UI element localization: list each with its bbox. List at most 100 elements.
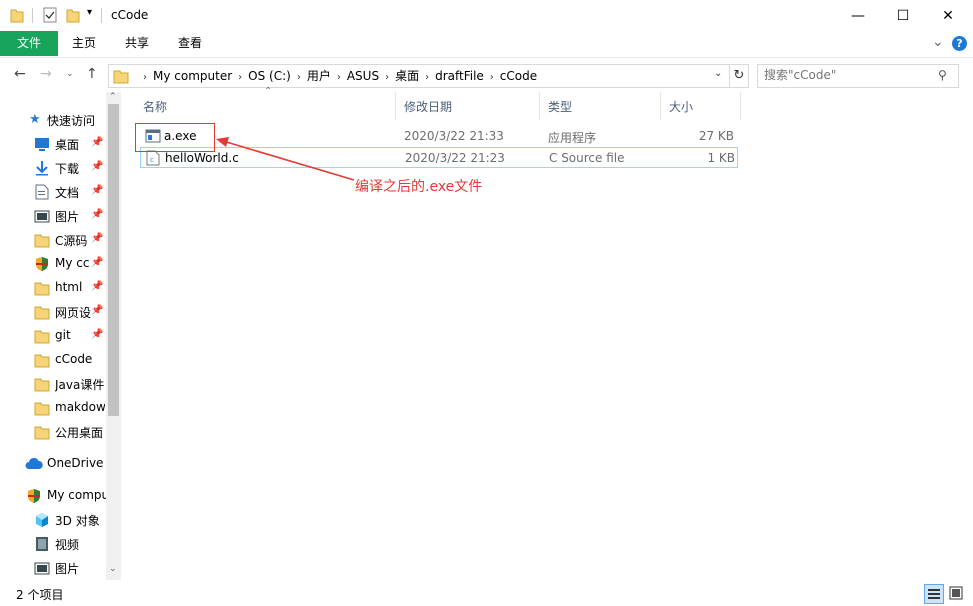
sidebar-item-label: 桌面: [55, 138, 80, 152]
breadcrumb-item[interactable]: OS (C:): [248, 65, 291, 87]
properties-icon[interactable]: [43, 7, 57, 23]
annotation-text: 编译之后的.exe文件: [355, 179, 483, 195]
pin-icon[interactable]: 📌: [91, 257, 103, 268]
search-box[interactable]: ⚲: [757, 64, 959, 88]
back-icon[interactable]: ←: [14, 66, 26, 82]
file-list: ⌃ 名称 修改日期 类型 大小 a.exe 2020/3/22 21:33 应用…: [128, 86, 973, 580]
folder-icon: [34, 280, 50, 296]
pin-icon[interactable]: 📌: [91, 137, 103, 148]
sidebar-item[interactable]: 图片 📌: [0, 204, 106, 228]
details-view-button[interactable]: [924, 584, 944, 604]
file-size: 27 KB: [698, 129, 734, 143]
sidebar-item[interactable]: My cc 📌: [0, 252, 106, 276]
search-input[interactable]: [764, 67, 929, 83]
sidebar-scrollbar[interactable]: ⌃ ⌄: [106, 92, 121, 580]
sidebar-item-label: Java课件: [55, 378, 105, 392]
divider[interactable]: [740, 92, 741, 120]
sidebar-item[interactable]: 网页设 📌: [0, 300, 106, 324]
breadcrumb-item[interactable]: draftFile: [435, 65, 484, 87]
sidebar-item[interactable]: 下载 📌: [0, 156, 106, 180]
sidebar-item[interactable]: cCode: [0, 348, 106, 372]
file-name[interactable]: helloWorld.c: [165, 151, 239, 165]
breadcrumb-item[interactable]: 桌面: [395, 65, 419, 87]
sidebar-item-label: OneDrive: [47, 456, 104, 470]
column-header-date[interactable]: 修改日期: [404, 98, 452, 115]
column-header-type[interactable]: 类型: [548, 98, 572, 115]
chevron-right-icon[interactable]: ›: [385, 67, 389, 89]
sidebar-item[interactable]: makdow: [0, 396, 106, 420]
address-bar[interactable]: › My computer › OS (C:) › 用户 › ASUS › 桌面 › draftFil…: [108, 64, 730, 88]
video-icon: [34, 536, 50, 552]
column-header-size[interactable]: 大小: [669, 98, 693, 115]
minimize-button[interactable]: —: [835, 0, 881, 31]
sidebar-item-label: git: [55, 328, 71, 342]
sidebar-item[interactable]: C源码 📌: [0, 228, 106, 252]
search-icon[interactable]: ⚲: [938, 68, 947, 82]
up-icon[interactable]: ↑: [86, 66, 98, 82]
tab-share[interactable]: 共享: [115, 31, 159, 56]
maximize-button[interactable]: ☐: [880, 0, 926, 31]
column-header-name[interactable]: 名称: [143, 98, 167, 115]
chevron-right-icon[interactable]: ›: [337, 67, 341, 89]
file-type: C Source file: [549, 151, 625, 165]
pin-icon[interactable]: 📌: [91, 329, 103, 340]
breadcrumb-item[interactable]: My computer: [153, 65, 232, 87]
tab-home[interactable]: 主页: [62, 31, 106, 56]
tab-file[interactable]: 文件: [0, 31, 58, 56]
scroll-thumb[interactable]: [108, 104, 119, 416]
sidebar-item-label: 图片: [55, 562, 80, 576]
breadcrumb-item[interactable]: ASUS: [347, 65, 379, 87]
help-icon[interactable]: ?: [952, 36, 967, 51]
sidebar-item[interactable]: html 📌: [0, 276, 106, 300]
divider[interactable]: [395, 92, 396, 120]
file-modified: 2020/3/22 21:23: [405, 151, 505, 165]
scroll-up-icon[interactable]: ⌃: [109, 92, 117, 102]
breadcrumb-item[interactable]: 用户: [307, 65, 331, 87]
sidebar-item[interactable]: 公用桌面: [0, 420, 106, 444]
pin-icon[interactable]: 📌: [91, 281, 103, 292]
new-folder-icon[interactable]: [66, 7, 80, 23]
scroll-down-icon[interactable]: ⌄: [109, 564, 117, 574]
refresh-icon[interactable]: ↻: [729, 64, 749, 88]
sidebar-item-label: My cc: [55, 256, 90, 270]
pin-icon[interactable]: 📌: [91, 161, 103, 172]
window-title: cCode: [111, 8, 149, 22]
pin-icon[interactable]: 📌: [91, 209, 103, 220]
pin-icon[interactable]: 📌: [91, 233, 103, 244]
customize-quick-access-icon[interactable]: ▾: [87, 7, 92, 18]
svg-text:c: c: [150, 156, 154, 164]
download-icon: [34, 160, 50, 176]
cube-icon: [34, 512, 50, 528]
sidebar-item-3d-objects[interactable]: 3D 对象: [0, 508, 106, 532]
chevron-right-icon[interactable]: ›: [425, 67, 429, 89]
chevron-right-icon[interactable]: ›: [238, 67, 242, 89]
divider[interactable]: [539, 92, 540, 120]
sidebar-item[interactable]: git 📌: [0, 324, 106, 348]
forward-icon[interactable]: →: [40, 66, 52, 82]
tab-view[interactable]: 查看: [168, 31, 212, 56]
sidebar-item-onedrive[interactable]: OneDrive: [0, 452, 106, 476]
address-dropdown-icon[interactable]: ⌄: [714, 68, 722, 79]
large-icons-view-button[interactable]: [947, 584, 965, 602]
close-button[interactable]: ✕: [925, 0, 971, 31]
pin-icon[interactable]: 📌: [91, 305, 103, 316]
sidebar-item-pictures[interactable]: 图片: [0, 556, 106, 580]
chevron-right-icon[interactable]: ›: [490, 67, 494, 89]
table-row[interactable]: a.exe 2020/3/22 21:33 应用程序 27 KB: [140, 126, 738, 146]
folder-icon: [34, 376, 50, 392]
sidebar-item-label: 公用桌面: [55, 426, 104, 440]
sidebar-item[interactable]: Java课件: [0, 372, 106, 396]
breadcrumb-item[interactable]: cCode: [500, 65, 537, 87]
table-row[interactable]: c helloWorld.c 2020/3/22 21:23 C Source …: [140, 147, 738, 168]
sidebar-item-videos[interactable]: 视频: [0, 532, 106, 556]
chevron-right-icon[interactable]: ›: [297, 67, 301, 89]
sidebar-item-computer[interactable]: My compu: [0, 484, 109, 508]
ribbon-expand-icon[interactable]: ⌄: [932, 34, 944, 50]
chevron-right-icon[interactable]: ›: [143, 67, 147, 89]
sidebar-item[interactable]: 文档 📌: [0, 180, 106, 204]
sidebar-item-quick-access[interactable]: ★ 快速访问: [0, 108, 106, 132]
divider[interactable]: [660, 92, 661, 120]
sidebar-item[interactable]: 桌面 📌: [0, 132, 106, 156]
pin-icon[interactable]: 📌: [91, 185, 103, 196]
recent-locations-icon[interactable]: ⌄: [66, 69, 74, 79]
